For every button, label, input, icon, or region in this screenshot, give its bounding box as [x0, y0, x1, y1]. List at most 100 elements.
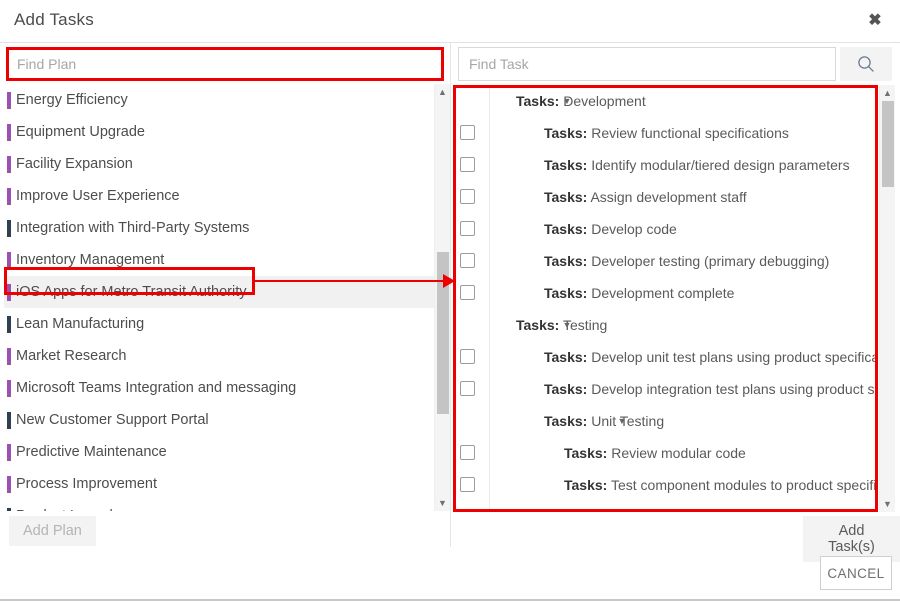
find-task-input[interactable] — [458, 47, 836, 81]
task-label: ▼Tasks: Testing — [516, 309, 607, 341]
task-label: Tasks: Develop integration test plans us… — [544, 373, 878, 405]
task-row[interactable]: Tasks: Test component modules to product… — [454, 469, 878, 501]
plan-item-label: New Customer Support Portal — [16, 412, 209, 428]
task-prefix: Tasks: — [544, 221, 587, 237]
task-prefix: Tasks: — [564, 445, 607, 461]
close-icon[interactable]: ✖ — [862, 9, 888, 33]
plan-color-bar — [7, 124, 11, 141]
task-checkbox[interactable] — [460, 349, 475, 364]
plan-list-item[interactable]: Market Research — [4, 340, 436, 372]
search-icon — [840, 54, 892, 74]
task-checkbox[interactable] — [460, 445, 475, 460]
task-prefix: Tasks: — [544, 349, 587, 365]
task-prefix: Tasks: — [544, 413, 587, 429]
task-name: Development complete — [587, 285, 734, 301]
task-panel: ▼Tasks: DevelopmentTasks: Review functio… — [451, 43, 900, 559]
plan-list-item[interactable]: iOS Apps for Metro Transit Authority — [4, 276, 436, 308]
task-name: Develop unit test plans using product sp… — [587, 349, 878, 365]
task-scroll-up-icon[interactable]: ▲ — [880, 86, 895, 100]
task-checkbox[interactable] — [460, 221, 475, 236]
task-group-row[interactable]: ▼Tasks: Development — [454, 85, 878, 117]
plan-list-item[interactable]: Inventory Management — [4, 244, 436, 276]
plan-color-bar — [7, 476, 11, 493]
task-row[interactable]: Tasks: Review modular code — [454, 437, 878, 469]
plan-list-item[interactable]: Facility Expansion — [4, 148, 436, 180]
plan-list-item[interactable]: New Customer Support Portal — [4, 404, 436, 436]
task-scroll-down-icon[interactable]: ▼ — [880, 497, 895, 511]
plan-list-item[interactable]: Equipment Upgrade — [4, 116, 436, 148]
task-label: Tasks: Review modular code — [564, 437, 746, 469]
plan-color-bar — [7, 284, 11, 301]
task-row[interactable]: Tasks: Develop code — [454, 213, 878, 245]
task-prefix: Tasks: — [564, 477, 607, 493]
plan-color-bar — [7, 508, 11, 511]
chevron-down-icon[interactable]: ▼ — [615, 405, 629, 437]
task-list-scrollbar[interactable]: ▲ ▼ — [879, 85, 895, 512]
task-label: ▼Tasks: Development — [516, 85, 646, 117]
plan-list-item[interactable]: Energy Efficiency — [4, 84, 436, 116]
task-name: Develop integration test plans using pro… — [587, 381, 878, 397]
plan-color-bar — [7, 316, 11, 333]
task-row[interactable]: Tasks: Review functional specifications — [454, 117, 878, 149]
task-label: Tasks: Develop code — [544, 213, 677, 245]
dialog-titlebar: Add Tasks ✖ — [0, 0, 900, 42]
task-prefix: Tasks: — [544, 189, 587, 205]
task-label: ▼Tasks: Unit Testing — [544, 405, 664, 437]
task-label: Tasks: Develop unit test plans using pro… — [544, 341, 878, 373]
task-row[interactable]: Tasks: Development complete — [454, 277, 878, 309]
chevron-down-icon[interactable]: ▼ — [560, 85, 574, 117]
plan-list-item[interactable]: Predictive Maintenance — [4, 436, 436, 468]
task-row[interactable]: Tasks: Develop unit test plans using pro… — [454, 341, 878, 373]
plan-item-label: iOS Apps for Metro Transit Authority — [16, 284, 247, 300]
task-list[interactable]: ▼Tasks: DevelopmentTasks: Review functio… — [454, 85, 878, 512]
plan-list[interactable]: Energy Efficiency Equipment Upgrade Facili… — [4, 84, 436, 511]
plan-list-scrollbar[interactable]: ▲ ▼ — [434, 84, 450, 511]
plan-item-label: Equipment Upgrade — [16, 124, 145, 140]
task-checkbox[interactable] — [460, 189, 475, 204]
task-prefix: Tasks: — [544, 381, 587, 397]
task-prefix: Tasks: — [544, 125, 587, 141]
plan-item-label: Energy Efficiency — [16, 92, 128, 108]
plan-panel: Energy Efficiency Equipment Upgrade Facili… — [0, 43, 450, 559]
task-row[interactable]: Tasks: Identify modular/tiered design pa… — [454, 149, 878, 181]
task-name: Identify modular/tiered design parameter… — [587, 157, 849, 173]
task-prefix: Tasks: — [516, 317, 559, 333]
plan-item-label: Process Improvement — [16, 476, 157, 492]
cancel-button[interactable]: CANCEL — [820, 556, 892, 590]
task-checkbox[interactable] — [460, 157, 475, 172]
plan-scrollbar-thumb[interactable] — [437, 252, 449, 414]
task-group-row[interactable]: ▼Tasks: Unit Testing — [454, 405, 878, 437]
scroll-down-icon[interactable]: ▼ — [435, 496, 450, 510]
task-checkbox[interactable] — [460, 285, 475, 300]
task-group-row[interactable]: ▼Tasks: Testing — [454, 309, 878, 341]
plan-color-bar — [7, 412, 11, 429]
task-row[interactable]: Tasks: Develop integration test plans us… — [454, 373, 878, 405]
chevron-down-icon[interactable]: ▼ — [560, 309, 574, 341]
plan-list-item[interactable]: Integration with Third-Party Systems — [4, 212, 436, 244]
scroll-up-icon[interactable]: ▲ — [435, 85, 450, 99]
add-plan-button[interactable]: Add Plan — [9, 516, 96, 546]
task-name: Develop code — [587, 221, 677, 237]
task-checkbox[interactable] — [460, 125, 475, 140]
plan-item-label: Facility Expansion — [16, 156, 133, 172]
plan-list-item[interactable]: Lean Manufacturing — [4, 308, 436, 340]
task-row[interactable]: Tasks: Assign development staff — [454, 181, 878, 213]
task-row[interactable]: Tasks: Developer testing (primary debugg… — [454, 245, 878, 277]
plan-list-item[interactable]: Product Launch — [4, 500, 436, 511]
plan-list-item[interactable]: Process Improvement — [4, 468, 436, 500]
task-label: Tasks: Development complete — [544, 277, 734, 309]
task-checkbox[interactable] — [460, 381, 475, 396]
plan-item-label: Product Launch — [16, 508, 118, 511]
task-name: Developer testing (primary debugging) — [587, 253, 829, 269]
find-plan-input[interactable] — [6, 47, 444, 81]
plan-color-bar — [7, 380, 11, 397]
task-scrollbar-thumb[interactable] — [882, 101, 894, 187]
plan-list-item[interactable]: Microsoft Teams Integration and messagin… — [4, 372, 436, 404]
plan-list-item[interactable]: Improve User Experience — [4, 180, 436, 212]
task-label: Tasks: Assign development staff — [544, 181, 747, 213]
plan-item-label: Microsoft Teams Integration and messagin… — [16, 380, 296, 396]
task-prefix: Tasks: — [544, 157, 587, 173]
search-button[interactable] — [840, 47, 892, 81]
task-checkbox[interactable] — [460, 477, 475, 492]
task-checkbox[interactable] — [460, 253, 475, 268]
